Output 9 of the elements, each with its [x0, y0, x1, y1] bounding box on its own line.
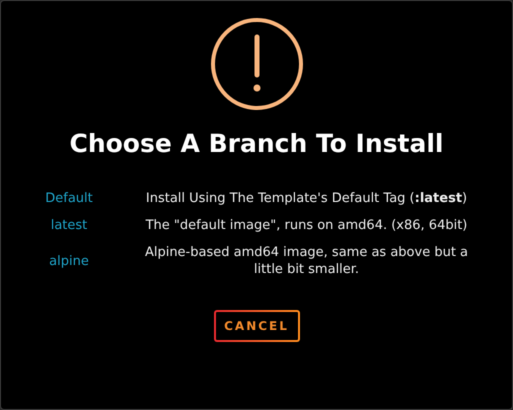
branch-description: The "default image", runs on amd64. (x86, 64bit) [144, 217, 468, 234]
dialog-title: Choose A Branch To Install [69, 129, 444, 158]
branch-description: Alpine-based amd64 image, same as above but a little bit smaller. [144, 244, 470, 278]
branch-description: Install Using The Template's Default Tag (:latest) [144, 190, 468, 207]
branch-name[interactable]: Default [45, 191, 93, 206]
cancel-button[interactable]: CANCEL [214, 310, 300, 342]
warning-icon [210, 17, 304, 111]
branch-name[interactable]: alpine [49, 254, 89, 268]
branch-name[interactable]: latest [50, 218, 88, 233]
